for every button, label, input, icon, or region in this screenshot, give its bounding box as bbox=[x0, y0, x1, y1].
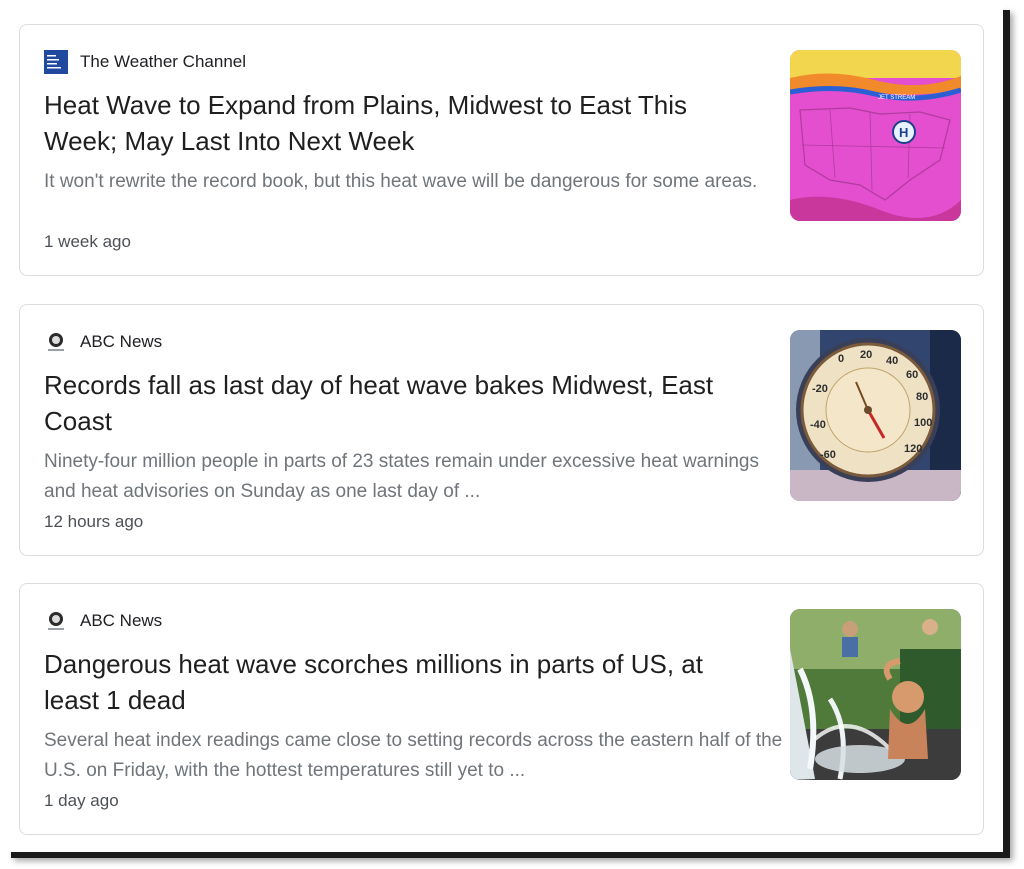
gauge-tick-label: -40 bbox=[810, 419, 826, 431]
article-snippet: It won't rewrite the record book, but th… bbox=[44, 171, 758, 192]
article-headline[interactable]: Heat Wave to Expand from Plains, Midwest… bbox=[44, 87, 764, 159]
heat-map-thumbnail[interactable]: JET STREAM H bbox=[790, 50, 961, 221]
gauge-tick-label: -20 bbox=[812, 383, 828, 395]
news-results-panel: The Weather Channel Heat Wave to Expand … bbox=[4, 4, 1003, 852]
news-card[interactable]: ABC News Dangerous heat wave scorches mi… bbox=[19, 583, 984, 835]
article-snippet: Several heat index readings came close t… bbox=[44, 730, 783, 781]
article-time: 1 week ago bbox=[44, 232, 131, 251]
gauge-tick-label: 80 bbox=[916, 391, 928, 403]
weather-channel-logo-icon bbox=[44, 50, 68, 74]
gauge-tick-label: 60 bbox=[906, 369, 918, 381]
gauge-tick-label: -60 bbox=[820, 449, 836, 461]
gauge-tick-label: 120 bbox=[904, 443, 922, 455]
news-card[interactable]: The Weather Channel Heat Wave to Expand … bbox=[19, 24, 984, 276]
high-pressure-label: H bbox=[899, 125, 908, 140]
article-snippet: Ninety-four million people in parts of 2… bbox=[44, 451, 759, 502]
news-source[interactable]: ABC News bbox=[44, 330, 162, 354]
gauge-tick-label: 20 bbox=[860, 349, 872, 361]
news-source[interactable]: ABC News bbox=[44, 609, 162, 633]
news-card[interactable]: ABC News Records fall as last day of hea… bbox=[19, 304, 984, 556]
article-time: 1 day ago bbox=[44, 791, 119, 810]
article-time: 12 hours ago bbox=[44, 512, 144, 531]
news-source[interactable]: The Weather Channel bbox=[44, 50, 246, 74]
gauge-tick-label: 100 bbox=[914, 417, 932, 429]
gauge-tick-label: 0 bbox=[838, 353, 844, 365]
gauge-tick-label: 40 bbox=[886, 355, 898, 367]
article-headline[interactable]: Dangerous heat wave scorches millions in… bbox=[44, 646, 764, 718]
article-headline[interactable]: Records fall as last day of heat wave ba… bbox=[44, 367, 764, 439]
fountain-child-thumbnail[interactable] bbox=[790, 609, 961, 780]
source-name: ABC News bbox=[80, 332, 163, 351]
abc-news-logo-icon bbox=[44, 609, 68, 633]
abc-news-logo-icon bbox=[44, 330, 68, 354]
source-name: ABC News bbox=[80, 611, 163, 630]
source-name: The Weather Channel bbox=[80, 52, 247, 71]
jet-stream-label: JET STREAM bbox=[878, 95, 915, 101]
thermometer-thumbnail[interactable]: 20 40 60 80 100 120 0 -20 -40 -60 bbox=[790, 330, 961, 501]
